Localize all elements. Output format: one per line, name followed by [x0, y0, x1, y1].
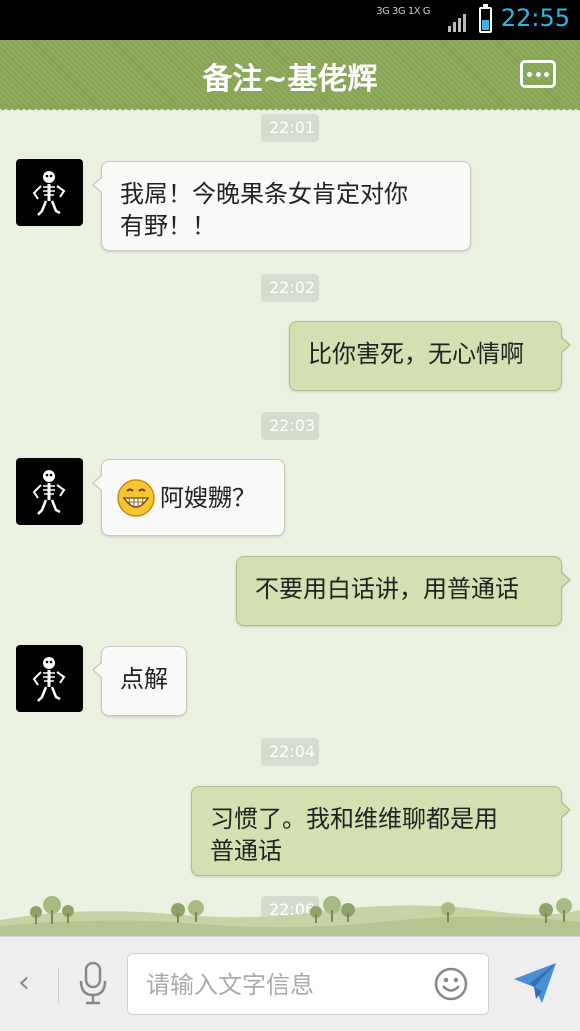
- network-indicators: 3G 3G 1X G: [376, 6, 430, 17]
- signal-icon: [448, 12, 468, 32]
- message-text: 阿嫂嬲？: [160, 484, 256, 512]
- timestamp: 22:03: [261, 412, 319, 440]
- message-bubble-sent[interactable]: 习惯了。我和维维聊都是用 普通话: [191, 786, 571, 876]
- divider: [58, 967, 59, 1003]
- skeleton-avatar-icon: [32, 657, 66, 702]
- timestamp: 22:04: [261, 738, 319, 766]
- microphone-icon[interactable]: [76, 959, 110, 1007]
- network-type-3g-a: 3G: [376, 6, 390, 17]
- chat-title: 备注~基佬辉: [202, 62, 378, 97]
- landscape-decoration: [0, 896, 580, 936]
- network-type-3g-b: 3G: [392, 6, 406, 17]
- battery-icon: [479, 4, 492, 33]
- skeleton-avatar-icon: [32, 470, 66, 515]
- grin-emoji-icon: [117, 479, 155, 517]
- avatar[interactable]: [16, 159, 83, 226]
- message-bubble-received[interactable]: 我屌！今晚果条女肯定对你 有野！！: [92, 161, 471, 251]
- message-bubble-received[interactable]: 点解: [92, 646, 187, 716]
- avatar[interactable]: [16, 645, 83, 712]
- status-bar: 3G 3G 1X G 22:55: [0, 0, 580, 40]
- avatar[interactable]: [16, 458, 83, 525]
- skeleton-avatar-icon: [32, 171, 66, 216]
- more-icon: [527, 72, 549, 77]
- collapse-arrow-icon[interactable]: ‹: [18, 965, 30, 1000]
- message-bubble-sent[interactable]: 不要用白话讲，用普通话: [236, 556, 571, 626]
- message-input-box[interactable]: [127, 953, 489, 1015]
- network-type-g: G: [422, 6, 431, 17]
- input-bar: ‹: [0, 936, 580, 1031]
- send-icon[interactable]: [512, 961, 558, 1005]
- chat-area[interactable]: 22:01 我屌！今晚果条女肯定对你 有野！！ 22:02 比你害死，无心情啊 …: [0, 108, 580, 936]
- emoji-picker-icon[interactable]: [434, 967, 468, 1001]
- title-bar: 备注~基佬辉: [0, 40, 580, 113]
- timestamp: 22:02: [261, 274, 319, 302]
- more-button[interactable]: [520, 60, 556, 88]
- message-bubble-received[interactable]: 阿嫂嬲？: [92, 459, 285, 536]
- network-type-1x: 1X: [407, 6, 421, 17]
- timestamp: 22:01: [261, 114, 319, 142]
- message-input[interactable]: [146, 968, 416, 1002]
- message-bubble-sent[interactable]: 比你害死，无心情啊: [289, 321, 571, 391]
- clock: 22:55: [500, 4, 570, 32]
